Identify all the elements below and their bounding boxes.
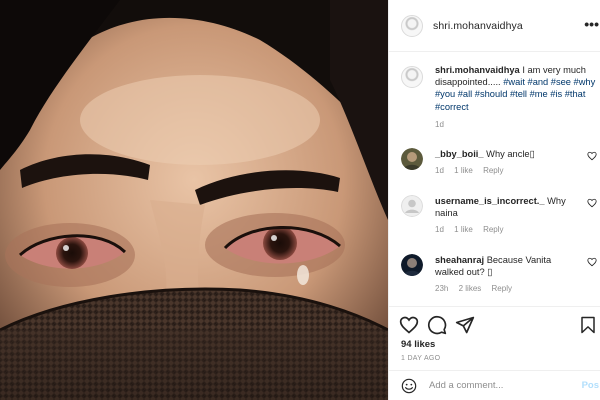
likes-count[interactable]: 94 likes bbox=[401, 339, 435, 350]
comment-text: Why ancle▯ bbox=[486, 149, 535, 159]
comment-username[interactable]: _bby_boii_ bbox=[435, 149, 484, 159]
commenter-avatar[interactable] bbox=[401, 254, 423, 276]
post-comment-button[interactable]: Pos bbox=[582, 380, 599, 391]
comment-bubble-icon[interactable] bbox=[427, 315, 447, 335]
post-caption: shri.mohanvaidhya I am very much disappo… bbox=[401, 64, 599, 129]
comment-likes[interactable]: 1 like bbox=[454, 225, 473, 234]
commenter-avatar[interactable] bbox=[401, 148, 423, 170]
comment-item: username_is_incorrect._ Why naina 1d 1 l… bbox=[401, 195, 599, 234]
caption-username[interactable]: shri.mohanvaidhya bbox=[435, 65, 520, 75]
commenter-avatar[interactable] bbox=[401, 195, 423, 217]
reply-button[interactable]: Reply bbox=[492, 284, 512, 293]
comment-item: _bby_boii_ Why ancle▯ 1d 1 like Reply bbox=[401, 148, 599, 175]
post-photo[interactable] bbox=[0, 0, 388, 400]
comment-input[interactable]: Add a comment... bbox=[429, 380, 503, 391]
post-header: shri.mohanvaidhya ••• bbox=[389, 0, 600, 52]
avatar-photo bbox=[401, 254, 423, 276]
caption-avatar[interactable] bbox=[401, 66, 423, 88]
default-avatar bbox=[401, 195, 423, 217]
emoji-smiley-icon[interactable] bbox=[401, 378, 417, 394]
like-comment-heart-icon[interactable] bbox=[587, 257, 597, 267]
comment-username[interactable]: username_is_incorrect._ bbox=[435, 196, 545, 206]
crying-face-image bbox=[0, 0, 388, 400]
comment-likes[interactable]: 1 like bbox=[454, 166, 473, 175]
reply-button[interactable]: Reply bbox=[483, 225, 503, 234]
post-details-panel: shri.mohanvaidhya ••• shri.mohanvaidhya … bbox=[388, 0, 600, 400]
comment-timestamp[interactable]: 23h bbox=[435, 284, 448, 293]
comment-timestamp[interactable]: 1d bbox=[435, 166, 444, 175]
comment-likes[interactable]: 2 likes bbox=[459, 284, 482, 293]
post-date[interactable]: 1 DAY AGO bbox=[401, 355, 440, 362]
like-comment-heart-icon[interactable] bbox=[587, 151, 597, 161]
reply-button[interactable]: Reply bbox=[483, 166, 503, 175]
comment-item: sheahanraj Because Vanita walked out? ▯ … bbox=[401, 254, 599, 293]
like-heart-icon[interactable] bbox=[399, 315, 419, 335]
like-comment-heart-icon[interactable] bbox=[587, 198, 597, 208]
share-paper-plane-icon[interactable] bbox=[455, 315, 475, 335]
avatar-photo bbox=[401, 148, 423, 170]
comment-username[interactable]: sheahanraj bbox=[435, 255, 484, 265]
more-options-icon[interactable]: ••• bbox=[584, 16, 599, 32]
author-username[interactable]: shri.mohanvaidhya bbox=[433, 20, 523, 32]
comment-timestamp[interactable]: 1d bbox=[435, 225, 444, 234]
caption-timestamp[interactable]: 1d bbox=[435, 120, 599, 129]
author-avatar[interactable] bbox=[401, 14, 423, 37]
add-comment-bar: Add a comment... Pos bbox=[389, 370, 600, 400]
save-bookmark-icon[interactable] bbox=[579, 315, 597, 335]
